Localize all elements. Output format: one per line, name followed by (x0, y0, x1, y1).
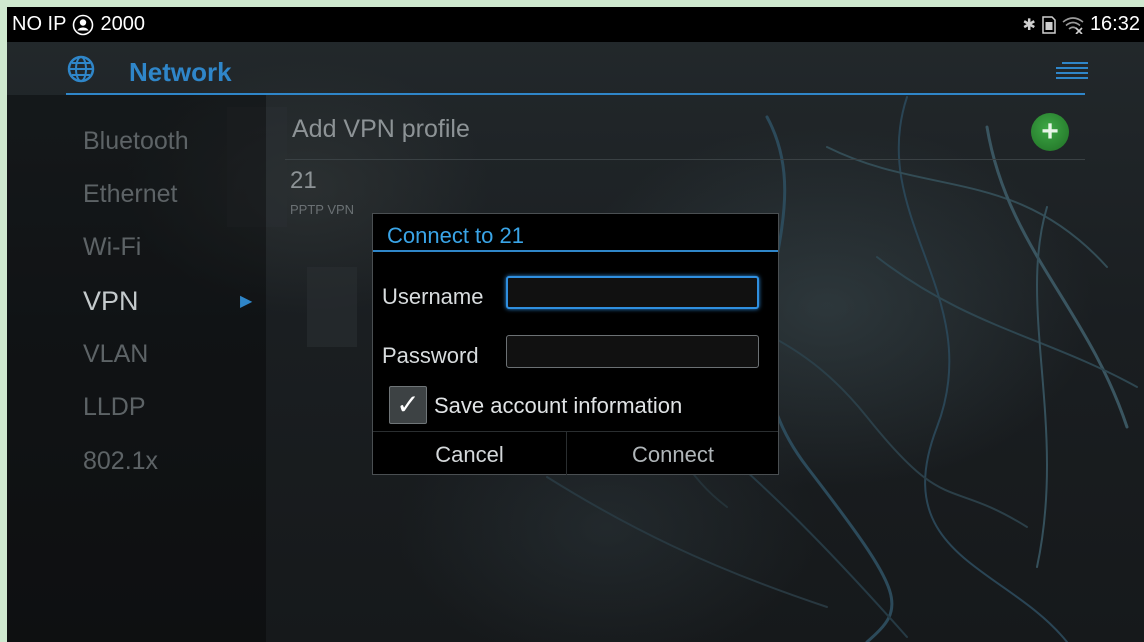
dialog-title: Connect to 21 (387, 223, 524, 248)
app-header: Network (7, 42, 1144, 96)
sidebar-item-vlan[interactable]: VLAN (83, 340, 148, 369)
vpn-profile-type: PPTP VPN (290, 202, 355, 217)
connect-dialog: Connect to 21 Username Password ✓ Save a… (372, 213, 779, 475)
network-globe-icon (67, 55, 95, 83)
cancel-button[interactable]: Cancel (373, 432, 567, 475)
sidebar-item-bluetooth[interactable]: Bluetooth (83, 127, 189, 156)
password-input[interactable] (506, 335, 759, 368)
sidebar-item-8021x[interactable]: 802.1x (83, 447, 158, 476)
account-number: 2000 (100, 13, 145, 35)
sidebar-item-vpn[interactable]: VPN (83, 286, 139, 317)
dialog-title-divider (373, 250, 778, 252)
status-right: ✱ 16:32 (1023, 13, 1140, 36)
dialog-button-row: Cancel Connect (373, 431, 778, 475)
person-circle-icon (73, 14, 94, 35)
plus-icon[interactable]: + (1031, 113, 1069, 151)
ip-status-label: NO IP (12, 13, 67, 35)
add-vpn-profile-label[interactable]: Add VPN profile (292, 115, 470, 144)
save-account-checkbox[interactable]: ✓ (389, 386, 427, 424)
connect-button[interactable]: Connect (568, 432, 778, 475)
username-label: Username (382, 284, 484, 309)
content-divider (285, 159, 1085, 160)
vpn-profile-name[interactable]: 21 (290, 167, 317, 195)
status-left: NO IP 2000 (12, 13, 145, 36)
sidebar-item-lldp[interactable]: LLDP (83, 393, 146, 422)
screen: NO IP 2000 ✱ 16:32 Network Bluetooth Eth… (7, 7, 1144, 642)
wifi-off-icon (1062, 16, 1084, 34)
sidebar-item-ethernet[interactable]: Ethernet (83, 180, 178, 209)
password-label: Password (382, 343, 479, 368)
clock-time: 16:32 (1089, 13, 1140, 35)
header-divider (66, 93, 1085, 95)
page-title: Network (129, 57, 232, 87)
bluetooth-icon: ✱ (1022, 16, 1036, 34)
active-arrow-icon: ▶ (240, 293, 253, 310)
sidebar-item-wifi[interactable]: Wi-Fi (83, 233, 141, 262)
sim-icon (1042, 15, 1056, 34)
username-input[interactable] (506, 276, 759, 309)
save-account-label[interactable]: Save account information (434, 393, 682, 419)
status-bar: NO IP 2000 ✱ 16:32 (7, 7, 1144, 42)
menu-icon[interactable] (1056, 61, 1088, 83)
